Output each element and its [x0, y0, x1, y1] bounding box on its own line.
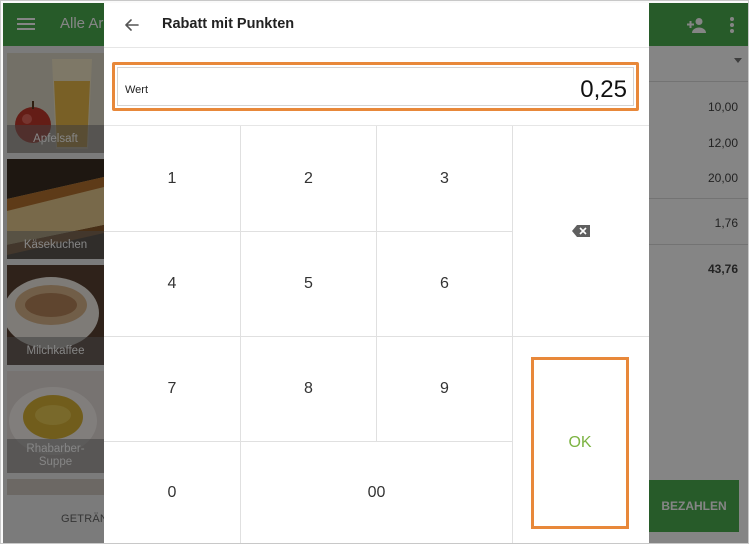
key-00[interactable]: 00 [241, 442, 512, 543]
key-1[interactable]: 1 [104, 126, 240, 231]
key-9[interactable]: 9 [377, 337, 512, 441]
key-2[interactable]: 2 [241, 126, 376, 231]
value-field[interactable]: Wert 0,25 [112, 62, 639, 111]
key-3[interactable]: 3 [377, 126, 512, 231]
value-field-box: Wert 0,25 [117, 67, 634, 106]
arrow-left-icon[interactable] [122, 15, 142, 35]
key-6[interactable]: 6 [377, 232, 512, 336]
key-5[interactable]: 5 [241, 232, 376, 336]
app-frame: Alle Ar Apfelsaft Käsekuchen Milchkaffee… [0, 0, 749, 544]
value-field-label: Wert [125, 84, 149, 96]
backspace-icon [572, 225, 590, 237]
discount-points-dialog: Rabatt mit Punkten Wert 0,25 1 2 3 4 5 6… [104, 3, 649, 543]
dialog-header: Rabatt mit Punkten [104, 3, 649, 48]
value-field-value: 0,25 [580, 76, 627, 103]
ok-button[interactable]: OK [531, 357, 629, 529]
dialog-title: Rabatt mit Punkten [162, 16, 295, 32]
key-7[interactable]: 7 [104, 337, 240, 441]
numeric-keypad: 1 2 3 4 5 6 7 8 9 0 00 OK [104, 125, 649, 543]
key-0[interactable]: 0 [104, 442, 240, 543]
key-8[interactable]: 8 [241, 337, 376, 441]
backspace-button[interactable] [513, 126, 649, 336]
key-4[interactable]: 4 [104, 232, 240, 336]
